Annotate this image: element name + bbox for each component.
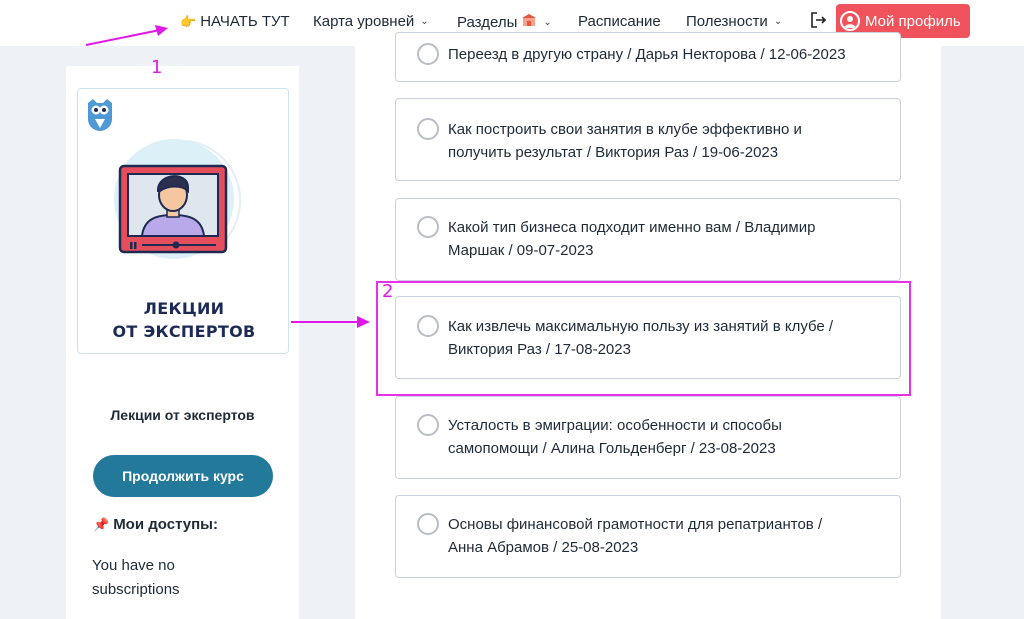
lesson-line1: Основы финансовой грамотности для репатр… bbox=[448, 516, 823, 533]
course-title: Лекции от экспертов bbox=[110, 407, 255, 423]
nav-sections-label: Разделы bbox=[457, 13, 518, 31]
lesson-line1: Усталость в эмиграции: особенности и спо… bbox=[448, 417, 782, 434]
nav-start-here[interactable]: 👉 НАЧАТЬ ТУТ bbox=[180, 13, 290, 30]
lesson-line2: Маршак / 09-07-2023 bbox=[448, 242, 594, 259]
lesson-text: Какой тип бизнеса подходит именно вам / … bbox=[448, 216, 888, 262]
lesson-item[interactable]: Переезд в другую страну / Дарья Некторов… bbox=[395, 32, 901, 82]
pushpin-icon: 📌 bbox=[93, 516, 110, 532]
nav-useful[interactable]: Полезности ⌄ bbox=[686, 13, 782, 30]
course-card[interactable]: ЛЕКЦИИ ОТ ЭКСПЕРТОВ bbox=[77, 88, 289, 354]
nav-useful-label: Полезности bbox=[686, 13, 768, 30]
lesson-text: Усталость в эмиграции: особенности и спо… bbox=[448, 414, 888, 460]
nav-levels-map[interactable]: Карта уровней ⌄ bbox=[313, 13, 429, 30]
annotation-label-1: 1 bbox=[151, 57, 163, 78]
nav-schedule-label: Расписание bbox=[578, 13, 661, 30]
user-circle-icon bbox=[840, 11, 860, 31]
school-icon bbox=[521, 13, 537, 31]
card-title-line2: ОТ ЭКСПЕРТОВ bbox=[112, 322, 256, 341]
logout-icon[interactable] bbox=[810, 11, 828, 34]
my-access-heading: 📌 Мои доступы: bbox=[93, 516, 218, 533]
lesson-item[interactable]: Какой тип бизнеса подходит именно вам / … bbox=[395, 198, 901, 281]
lesson-line1: Как построить свои занятия в клубе эффек… bbox=[448, 121, 802, 138]
nav-start-label: НАЧАТЬ ТУТ bbox=[200, 13, 290, 30]
lesson-text: Основы финансовой грамотности для репатр… bbox=[448, 513, 888, 559]
profile-label: Мой профиль bbox=[865, 12, 961, 30]
no-subscriptions-text: You have no subscriptions bbox=[92, 557, 180, 598]
radio-circle-icon[interactable] bbox=[417, 216, 439, 238]
lesson-item[interactable]: Основы финансовой грамотности для репатр… bbox=[395, 495, 901, 578]
nav-levels-label: Карта уровней bbox=[313, 13, 415, 30]
lesson-line2: Анна Абрамов / 25-08-2023 bbox=[448, 539, 639, 556]
nav-sections[interactable]: Разделы ⌄ bbox=[457, 13, 552, 31]
video-lecture-illustration bbox=[114, 139, 242, 259]
chevron-down-icon: ⌄ bbox=[420, 16, 429, 27]
chevron-down-icon: ⌄ bbox=[773, 16, 783, 27]
owl-logo-icon bbox=[88, 99, 112, 131]
chevron-down-icon: ⌄ bbox=[543, 16, 552, 28]
radio-circle-icon[interactable] bbox=[417, 414, 439, 436]
lesson-text: Как построить свои занятия в клубе эффек… bbox=[448, 118, 888, 164]
card-title: ЛЕКЦИИ ОТ ЭКСПЕРТОВ bbox=[78, 297, 290, 343]
lesson-line2: самопомощи / Алина Гольденберг / 23-08-2… bbox=[448, 440, 776, 457]
continue-course-button[interactable]: Продолжить курс bbox=[93, 455, 273, 497]
lesson-line1: Какой тип бизнеса подходит именно вам / … bbox=[448, 219, 816, 236]
lesson-line1: Переезд в другую страну / Дарья Некторов… bbox=[448, 46, 846, 63]
lesson-item[interactable]: Как построить свои занятия в клубе эффек… bbox=[395, 98, 901, 181]
radio-circle-icon[interactable] bbox=[417, 43, 439, 65]
lesson-text: Переезд в другую страну / Дарья Некторов… bbox=[448, 43, 888, 66]
lesson-line2: получить результат / Виктория Раз / 19-0… bbox=[448, 144, 779, 161]
annotation-highlight-box bbox=[376, 281, 911, 396]
radio-circle-icon[interactable] bbox=[417, 513, 439, 535]
nav-schedule[interactable]: Расписание bbox=[578, 13, 661, 30]
lesson-item[interactable]: Усталость в эмиграции: особенности и спо… bbox=[395, 396, 901, 479]
my-access-label: Мои доступы: bbox=[113, 516, 218, 533]
card-title-line1: ЛЕКЦИИ bbox=[143, 299, 225, 318]
pointing-hand-icon: 👉 bbox=[180, 13, 197, 29]
radio-circle-icon[interactable] bbox=[417, 118, 439, 140]
